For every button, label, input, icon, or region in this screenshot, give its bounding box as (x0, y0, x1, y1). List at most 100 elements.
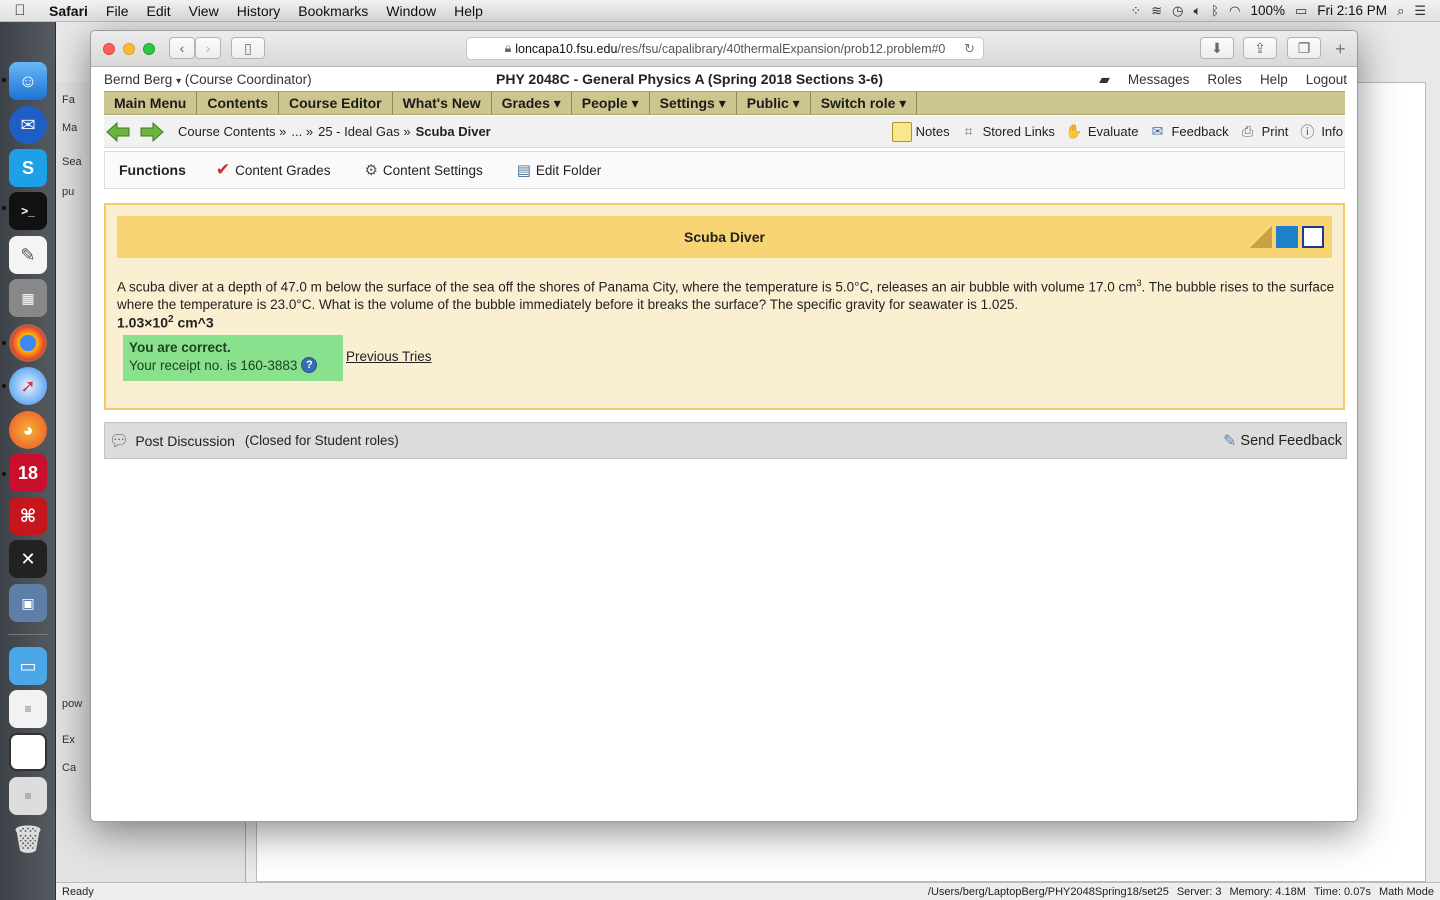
nav-grades[interactable]: Grades ▾ (492, 92, 572, 114)
downloads-button[interactable]: ⬇ (1200, 37, 1234, 59)
apple-menu-icon[interactable]:  (0, 2, 40, 19)
battery-icon[interactable]: ▭ (1295, 3, 1307, 19)
spotlight-search-icon[interactable]: ⌕ (1397, 3, 1404, 19)
edit-problem-icon[interactable] (1302, 226, 1324, 248)
roles-link[interactable]: Roles (1207, 72, 1242, 87)
close-window-button[interactable] (103, 42, 115, 55)
correct-feedback-box: You are correct. Your receipt no. is 160… (123, 335, 343, 381)
menu-file[interactable]: File (97, 3, 138, 19)
nav-settings[interactable]: Settings ▾ (650, 92, 737, 114)
problem-panel: Scuba Diver A scuba diver at a depth of … (104, 203, 1345, 410)
evaluate-tool[interactable]: ✋ Evaluate (1064, 122, 1138, 142)
feedback-tool[interactable]: ✉ Feedback (1147, 122, 1229, 142)
wifi-icon[interactable]: ◠ (1229, 3, 1240, 19)
screenshot-thumbnail-icon[interactable]: ≡ (9, 777, 47, 815)
applications-folder-icon[interactable]: ▭ (9, 647, 47, 685)
crumb-ideal-gas[interactable]: 25 - Ideal Gas » (318, 124, 411, 139)
xquartz-icon[interactable]: ✕ (9, 540, 47, 578)
clock[interactable]: Fri 2:16 PM (1317, 3, 1387, 18)
bluetooth-icon[interactable]: ᛒ (1211, 3, 1219, 18)
send-feedback-link[interactable]: ✎ Send Feedback (1223, 431, 1342, 451)
info-tool[interactable]: ⓘ Info (1297, 122, 1343, 142)
time-machine-icon[interactable]: ◷ (1172, 3, 1183, 19)
document-thumbnail-icon[interactable]: ≡ (9, 690, 47, 728)
nav-switch-role[interactable]: Switch role ▾ (811, 92, 918, 114)
chrome-icon[interactable] (9, 324, 47, 362)
acrobat-icon[interactable]: ⌘ (9, 497, 47, 535)
palette-fa[interactable]: Fa (62, 94, 75, 106)
inbox-icon[interactable]: ▰ (1099, 71, 1110, 88)
notes-tool[interactable]: Notes (891, 121, 950, 142)
help-link[interactable]: Help (1260, 72, 1288, 87)
reload-icon[interactable]: ↻ (964, 41, 975, 57)
nav-people[interactable]: People ▾ (572, 92, 650, 114)
content-grades-function[interactable]: ✔ Content Grades (216, 160, 331, 180)
sync-icon[interactable]: ≋ (1151, 3, 1162, 19)
content-settings-function[interactable]: ⚙ Content Settings (364, 161, 482, 179)
address-bar[interactable]: 🔒︎ loncapa10.fsu.edu/res/fsu/capalibrary… (466, 37, 984, 60)
menu-bookmarks[interactable]: Bookmarks (289, 3, 377, 19)
notification-center-icon[interactable]: ☰ (1414, 3, 1426, 19)
next-resource-button[interactable] (140, 121, 164, 142)
edit-folder-function[interactable]: ▤ Edit Folder (517, 161, 601, 179)
analysis-chart-icon[interactable] (1276, 226, 1298, 248)
user-menu[interactable]: Bernd Berg ▾ (Course Coordinator) (104, 72, 312, 87)
volume-icon[interactable]: 🔈︎ (1193, 3, 1201, 19)
post-discussion-link[interactable]: 💬︎ Post Discussion (109, 431, 235, 451)
palette-ma[interactable]: Ma (62, 122, 77, 134)
trash-icon[interactable]: 🗑︎ (9, 820, 47, 858)
share-button[interactable]: ⇪ (1243, 37, 1277, 59)
ruler-icon[interactable] (1250, 226, 1272, 248)
menu-edit[interactable]: Edit (137, 3, 179, 19)
sidebar-button[interactable]: ▯ (231, 37, 265, 59)
terminal-icon[interactable]: >_ (9, 192, 47, 230)
stored-links-tool[interactable]: ⌗ Stored Links (959, 122, 1055, 142)
crumb-course-contents[interactable]: Course Contents » (178, 124, 286, 139)
minimize-window-button[interactable] (123, 42, 135, 55)
nav-contents[interactable]: Contents (197, 92, 280, 114)
functions-bar: Functions ✔ Content Grades ⚙ Content Setti… (104, 151, 1345, 189)
forward-button[interactable]: › (195, 37, 221, 59)
textedit-icon[interactable]: ✎ (9, 236, 47, 274)
nav-main-menu[interactable]: Main Menu (104, 92, 198, 114)
nav-whats-new[interactable]: What's New (393, 92, 492, 114)
menu-view[interactable]: View (180, 3, 228, 19)
thunderbird-icon[interactable]: ✉ (9, 106, 47, 144)
menu-window[interactable]: Window (377, 3, 445, 19)
menu-app-name[interactable]: Safari (40, 3, 97, 19)
messages-link[interactable]: Messages (1128, 72, 1190, 87)
status-mode[interactable]: Math Mode (1379, 886, 1434, 898)
palette-ca[interactable]: Ca (62, 762, 76, 774)
palette-ex[interactable]: Ex (62, 734, 75, 746)
menu-history[interactable]: History (228, 3, 290, 19)
preview-icon[interactable]: ▣ (9, 584, 47, 622)
nav-public[interactable]: Public ▾ (737, 92, 811, 114)
window-thumbnail-icon[interactable] (9, 733, 47, 771)
tabs-overview-button[interactable]: ❐ (1287, 37, 1321, 59)
receipt-row: Your receipt no. is 160-3883 ? (129, 357, 337, 373)
calculator-icon[interactable]: ▦ (9, 279, 47, 317)
palette-pow[interactable]: pow (62, 698, 82, 710)
finder-icon[interactable]: ☺ (9, 62, 47, 100)
help-question-icon[interactable]: ? (301, 357, 318, 373)
skype-icon[interactable]: S (9, 149, 47, 187)
zoom-window-button[interactable] (143, 42, 155, 55)
battery-percent[interactable]: 100% (1250, 3, 1285, 18)
logout-link[interactable]: Logout (1306, 72, 1347, 87)
url-host: loncapa10.fsu.edu (515, 41, 618, 56)
palette-pu[interactable]: pu (62, 186, 74, 198)
nav-course-editor[interactable]: Course Editor (279, 92, 393, 114)
crumb-ellipsis[interactable]: ... » (291, 124, 313, 139)
dots-grid-icon[interactable]: ⁘ (1130, 3, 1141, 19)
palette-search[interactable]: Sea (62, 156, 82, 168)
sidebar-icon: ▯ (244, 39, 252, 56)
firefox-icon[interactable]: ◕ (9, 411, 47, 449)
new-tab-button[interactable]: + (1335, 39, 1346, 60)
safari-icon[interactable]: ➚ (9, 367, 47, 405)
previous-tries-link[interactable]: Previous Tries (346, 349, 432, 364)
print-tool[interactable]: ⎙ Print (1238, 122, 1288, 142)
back-button[interactable]: ‹ (169, 37, 195, 59)
maple-18-icon[interactable]: 18 (9, 454, 47, 492)
previous-resource-button[interactable] (106, 121, 130, 142)
menu-help[interactable]: Help (445, 3, 492, 19)
